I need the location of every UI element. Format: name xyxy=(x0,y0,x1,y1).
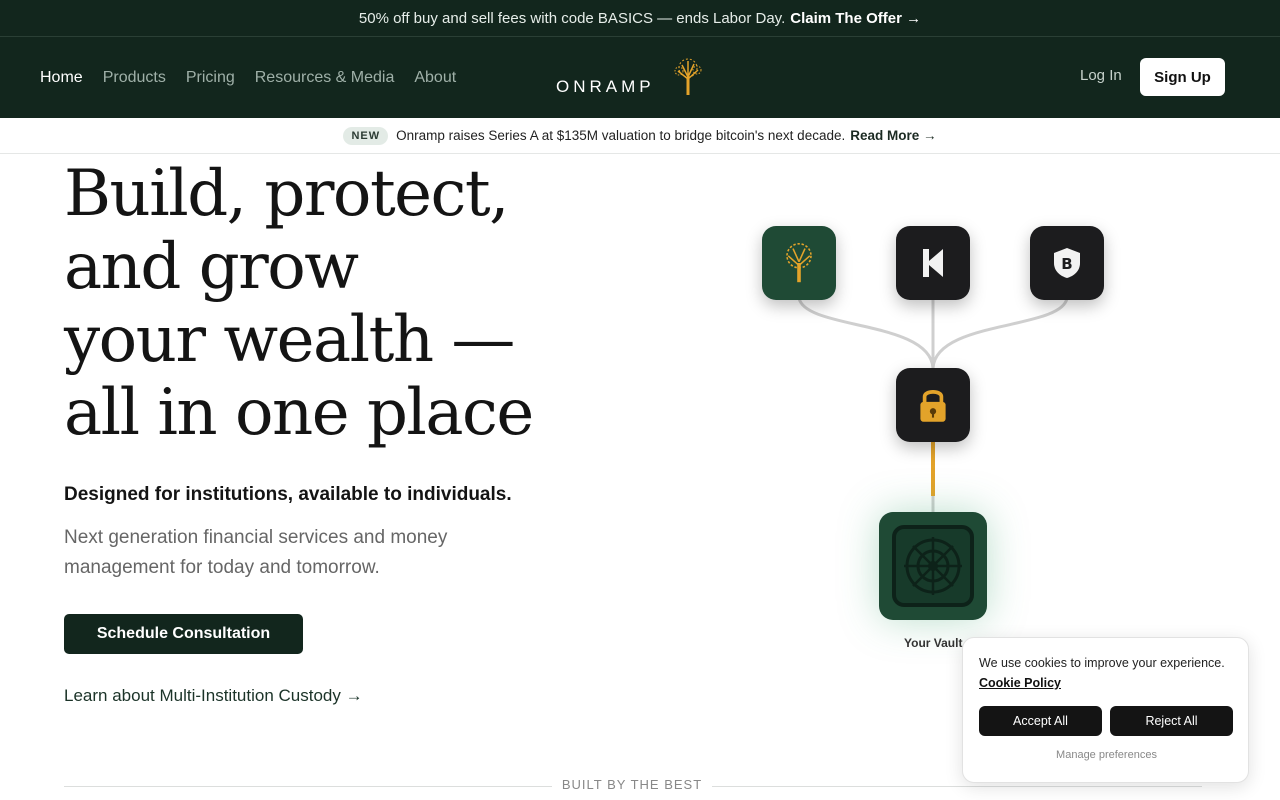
custody-diagram: B Your Vault xyxy=(740,210,1140,670)
logo-text: ONRAMP xyxy=(556,77,655,96)
promo-bar: 50% off buy and sell fees with code BASI… xyxy=(0,0,1280,37)
lock-icon xyxy=(920,390,946,422)
reject-all-button[interactable]: Reject All xyxy=(1110,706,1233,736)
hero-title: Build, protect, and grow your wealth — a… xyxy=(64,158,624,450)
lock-tile xyxy=(896,368,970,442)
vault-icon xyxy=(892,525,974,607)
promo-text: 50% off buy and sell fees with code BASI… xyxy=(358,9,786,27)
top-nav: Home Products Pricing Resources & Media … xyxy=(0,37,1280,118)
hero-title-line: Build, protect, xyxy=(64,157,509,231)
vault-label: Your Vault xyxy=(904,636,963,650)
vault-tile xyxy=(879,512,987,620)
nav-item-products[interactable]: Products xyxy=(103,69,166,87)
nav-item-resources[interactable]: Resources & Media xyxy=(255,69,395,87)
logo[interactable]: ONRAMP xyxy=(556,57,716,101)
tree-tile xyxy=(762,226,836,300)
nav-item-pricing[interactable]: Pricing xyxy=(186,69,235,87)
hero-lead: Designed for institutions, available to … xyxy=(64,484,512,505)
signup-button[interactable]: Sign Up xyxy=(1140,58,1225,96)
claim-offer-link[interactable]: Claim The Offer → xyxy=(790,10,921,27)
bitcoin-shield-tile: B xyxy=(1030,226,1104,300)
svg-text:B: B xyxy=(1061,255,1072,273)
learn-custody-link[interactable]: Learn about Multi-Institution Custody → xyxy=(64,686,363,706)
tree-logo-icon xyxy=(674,58,702,95)
cookie-banner: We use cookies to improve your experienc… xyxy=(962,637,1249,783)
announcement-text: Onramp raises Series A at $135M valuatio… xyxy=(396,128,846,143)
hero-title-line: your wealth — xyxy=(64,303,515,377)
hero-title-line: all in one place xyxy=(64,376,534,450)
manage-preferences-link[interactable]: Manage preferences xyxy=(963,749,1250,761)
new-badge: NEW xyxy=(343,126,389,145)
nav-item-home[interactable]: Home xyxy=(40,69,83,87)
cookie-policy-link[interactable]: Cookie Policy xyxy=(979,676,1061,690)
kraken-icon xyxy=(923,249,943,277)
built-by-heading: BUILT BY THE BEST xyxy=(561,777,703,792)
announcement-bar: NEW Onramp raises Series A at $135M valu… xyxy=(0,118,1280,154)
read-more-link[interactable]: Read More → xyxy=(850,128,936,143)
bitcoin-shield-icon: B xyxy=(1054,248,1080,278)
nav-links: Home Products Pricing Resources & Media … xyxy=(40,37,456,118)
tree-icon xyxy=(786,243,812,283)
hero-subtitle: Next generation financial services and m… xyxy=(64,527,448,578)
login-link[interactable]: Log In xyxy=(1080,67,1122,84)
section-divider-left xyxy=(64,786,552,787)
cookie-message: We use cookies to improve your experienc… xyxy=(979,656,1225,670)
schedule-consultation-button[interactable]: Schedule Consultation xyxy=(64,614,303,654)
section-divider-right xyxy=(712,786,1202,787)
hero-title-line: and grow xyxy=(64,230,359,304)
nav-item-about[interactable]: About xyxy=(414,69,456,87)
accept-all-button[interactable]: Accept All xyxy=(979,706,1102,736)
kraken-tile xyxy=(896,226,970,300)
